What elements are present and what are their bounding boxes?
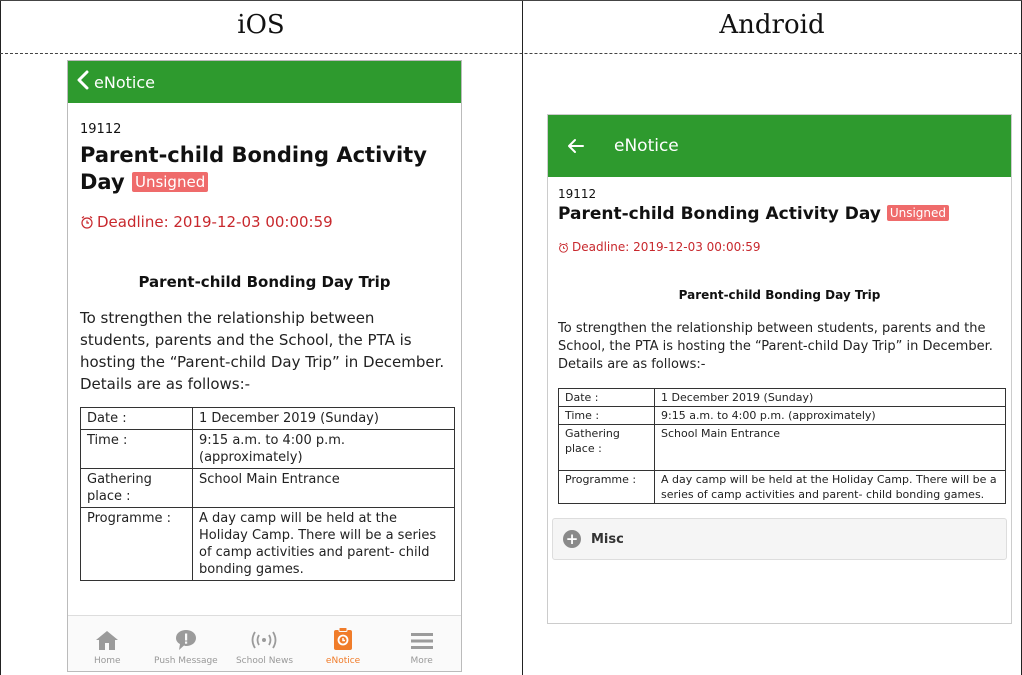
tab-label: Home: [94, 656, 121, 666]
notice-title-line1: Parent-child Bonding Activity: [80, 143, 427, 167]
tab-label: More: [410, 656, 433, 666]
tab-more[interactable]: More: [382, 616, 461, 671]
back-arrow-icon[interactable]: [566, 136, 614, 156]
alarm-clock-icon: [558, 242, 569, 253]
tab-label: Push Message: [154, 656, 218, 666]
enotice-icon: [334, 627, 353, 650]
details-table: Date :1 December 2019 (Sunday) Time :9:1…: [558, 388, 1006, 504]
back-chevron-icon[interactable]: [76, 70, 94, 94]
table-header-divider: [0, 53, 1022, 54]
deadline-text: Deadline: 2019-12-03 00:00:59: [97, 213, 333, 231]
table-value: School Main Entrance: [654, 424, 1006, 471]
table-row: Programme :A day camp will be held at th…: [558, 470, 1006, 504]
home-icon: [96, 631, 119, 650]
status-badge: Unsigned: [131, 172, 209, 192]
table-label: Date :: [80, 407, 193, 430]
notice-heading: Parent-child Bonding Day Trip: [138, 273, 391, 291]
app-bar-title[interactable]: eNotice: [94, 73, 155, 92]
tab-push-message[interactable]: Push Message: [147, 616, 226, 671]
android-screen: eNotice 19112 Parent-child Bonding Activ…: [547, 114, 1012, 624]
tab-label: School News: [235, 656, 294, 666]
table-row: Date :1 December 2019 (Sunday): [558, 388, 1006, 407]
notice-intro: To strengthen the relationship between s…: [558, 321, 993, 372]
table-label: Gathering place :: [558, 424, 655, 471]
table-value: 9:15 a.m. to 4:00 p.m. (approximately): [654, 406, 1006, 425]
notice-title-text: Parent-child Bonding Activity Day: [558, 204, 881, 224]
table-value: School Main Entrance: [192, 468, 455, 508]
notice-id: 19112: [558, 187, 597, 201]
table-value: 1 December 2019 (Sunday): [654, 388, 1006, 407]
notice-title-line2: Day: [80, 170, 125, 194]
alarm-clock-icon: [80, 215, 94, 229]
table-value: 9:15 a.m. to 4:00 p.m. (approximately): [192, 429, 455, 469]
notice-title: Parent-child Bonding Activity Day Unsign…: [558, 204, 1001, 224]
status-badge: Unsigned: [886, 205, 950, 221]
deadline-text: Deadline: 2019-12-03 00:00:59: [572, 240, 761, 254]
push-message-icon: [175, 630, 196, 650]
table-label: Time :: [80, 429, 193, 469]
tab-school-news[interactable]: School News: [225, 616, 304, 671]
table-label: Programme :: [558, 470, 655, 504]
table-row: Time :9:15 a.m. to 4:00 p.m. (approximat…: [80, 429, 455, 469]
table-label: Date :: [558, 388, 655, 407]
deadline: Deadline: 2019-12-03 00:00:59: [558, 240, 1001, 254]
tab-label: eNotice: [325, 656, 361, 666]
table-value: 1 December 2019 (Sunday): [192, 407, 455, 430]
table-row: Programme :A day camp will be held at th…: [80, 507, 455, 581]
table-label: Gathering place :: [80, 468, 193, 508]
notice-heading: Parent-child Bonding Day Trip: [678, 288, 881, 302]
bottom-tab-bar: Home Push Message School News eNotice Mo…: [68, 615, 461, 671]
table-label: Time :: [558, 406, 655, 425]
android-column-header: Android: [719, 10, 825, 40]
table-left-border: [0, 0, 1, 675]
notice-intro: To strengthen the relationship between s…: [80, 309, 445, 393]
tab-enotice[interactable]: eNotice: [304, 616, 383, 671]
menu-icon: [410, 633, 433, 649]
misc-expander[interactable]: + Misc: [552, 518, 1007, 560]
ios-app-bar: eNotice: [68, 61, 461, 103]
deadline: Deadline: 2019-12-03 00:00:59: [80, 213, 449, 231]
table-column-divider: [522, 0, 523, 675]
table-row: Time :9:15 a.m. to 4:00 p.m. (approximat…: [558, 406, 1006, 425]
notice-content: 19112 Parent-child Bonding Activity Day …: [548, 187, 1011, 504]
table-row: Gathering place : School Main Entrance: [80, 468, 455, 508]
app-bar-title[interactable]: eNotice: [614, 136, 679, 156]
table-row: Gathering place : School Main Entrance: [558, 424, 1006, 471]
table-value: A day camp will be held at the Holiday C…: [654, 470, 1006, 504]
table-top-border: [0, 0, 1022, 1]
table-label: Programme :: [80, 507, 193, 581]
notice-title: Parent-child Bonding Activity Day Unsign…: [80, 142, 449, 196]
table-value: A day camp will be held at the Holiday C…: [192, 507, 455, 581]
plus-circle-icon: +: [563, 530, 581, 548]
table-row: Date :1 December 2019 (Sunday): [80, 407, 455, 430]
details-table: Date :1 December 2019 (Sunday) Time :9:1…: [80, 407, 455, 581]
misc-label: Misc: [591, 531, 624, 547]
notice-id: 19112: [80, 122, 122, 137]
ios-screen: eNotice 19112 Parent-child Bonding Activ…: [67, 60, 462, 672]
tab-home[interactable]: Home: [68, 616, 147, 671]
android-app-bar: eNotice: [548, 115, 1011, 177]
ios-column-header: iOS: [237, 10, 285, 40]
school-news-icon: [252, 631, 277, 649]
notice-content: 19112 Parent-child Bonding Activity Day …: [68, 122, 461, 581]
